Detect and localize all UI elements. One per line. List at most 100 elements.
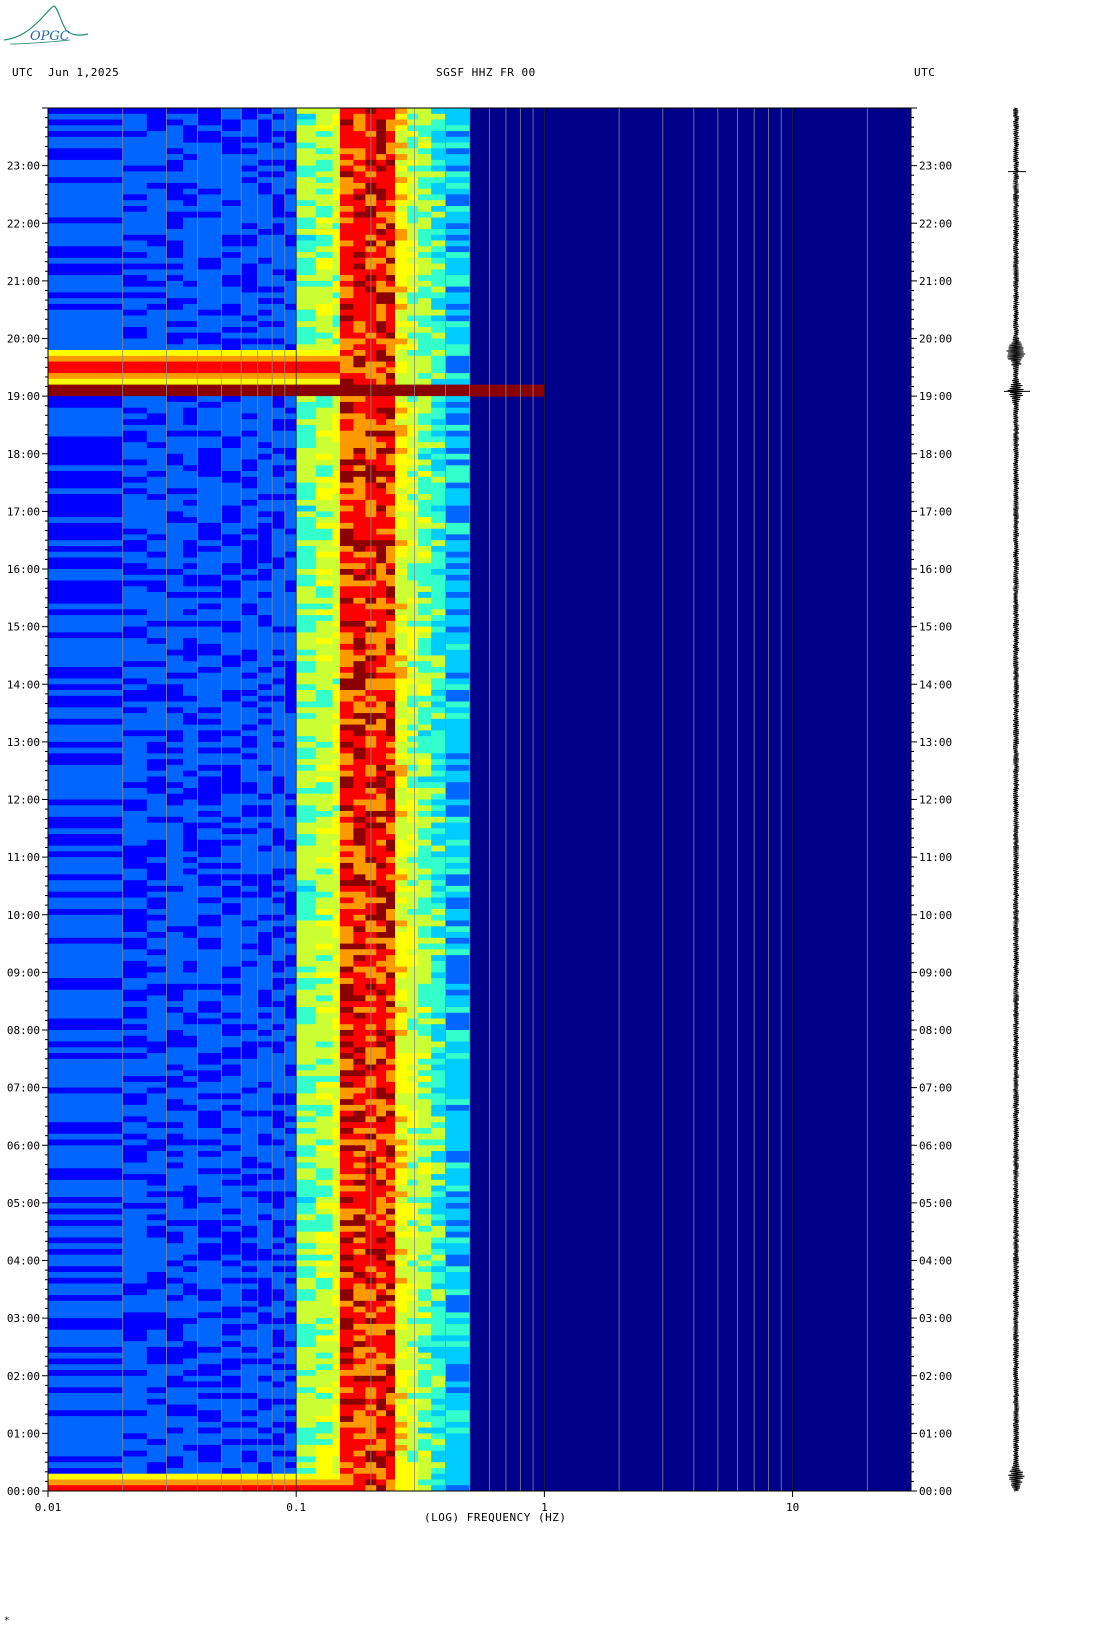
heatmap-cell bbox=[418, 401, 432, 409]
heatmap-cell bbox=[332, 1122, 341, 1129]
heatmap-cell bbox=[166, 1081, 184, 1089]
heatmap-cell bbox=[353, 592, 366, 599]
heatmap-cell bbox=[386, 465, 396, 472]
heatmap-cell bbox=[241, 632, 259, 639]
heatmap-cell bbox=[386, 182, 396, 190]
heatmap-cell bbox=[257, 1104, 273, 1112]
heatmap-cell bbox=[376, 684, 387, 691]
heatmap-cell bbox=[257, 1116, 273, 1123]
heatmap-cell bbox=[146, 609, 167, 616]
heatmap-cell bbox=[122, 459, 148, 466]
heatmap-cell bbox=[418, 534, 432, 541]
heatmap-cell bbox=[332, 424, 341, 432]
heatmap-cell bbox=[431, 171, 446, 178]
heatmap-cell bbox=[241, 1243, 259, 1250]
heatmap-cell bbox=[146, 1214, 167, 1221]
heatmap-cell bbox=[284, 1197, 297, 1204]
heatmap-cell bbox=[197, 857, 222, 864]
heatmap-cell bbox=[315, 684, 333, 691]
heatmap-cell bbox=[122, 828, 148, 835]
heatmap-cell bbox=[431, 1024, 446, 1031]
heatmap-cell bbox=[353, 972, 366, 979]
heatmap-cell bbox=[221, 592, 242, 599]
heatmap-cell bbox=[257, 384, 273, 391]
heatmap-cell bbox=[395, 1277, 408, 1284]
heatmap-cell bbox=[386, 1116, 396, 1123]
heatmap-cell bbox=[284, 390, 297, 397]
heatmap-cell bbox=[146, 684, 167, 691]
heatmap-cell bbox=[376, 868, 387, 875]
heatmap-cell bbox=[122, 1179, 148, 1186]
heatmap-cell bbox=[332, 914, 341, 921]
heatmap-cell bbox=[353, 1225, 366, 1233]
heatmap-cell bbox=[407, 142, 419, 149]
heatmap-cell bbox=[407, 1053, 419, 1060]
heatmap-cell bbox=[431, 724, 446, 731]
heatmap-cell bbox=[339, 511, 354, 518]
heatmap-cell bbox=[445, 367, 471, 374]
heatmap-cell bbox=[183, 1070, 198, 1077]
heatmap-cell bbox=[197, 338, 222, 345]
heatmap-cell bbox=[431, 442, 446, 449]
heatmap-cell bbox=[296, 1231, 317, 1238]
heatmap-cell bbox=[296, 989, 317, 996]
heatmap-cell bbox=[183, 937, 198, 944]
heatmap-cell bbox=[241, 597, 259, 604]
heatmap-cell bbox=[407, 1122, 419, 1129]
heatmap-cell bbox=[146, 978, 167, 985]
heatmap-cell bbox=[353, 182, 366, 190]
heatmap-cell bbox=[332, 436, 341, 443]
heatmap-cell bbox=[418, 597, 432, 604]
heatmap-cell bbox=[146, 1053, 167, 1060]
heatmap-cell bbox=[241, 1295, 259, 1302]
heatmap-cell bbox=[339, 407, 354, 414]
heatmap-cell bbox=[431, 667, 446, 674]
heatmap-cell bbox=[241, 338, 259, 345]
heatmap-cell bbox=[197, 1168, 222, 1175]
heatmap-cell bbox=[339, 1133, 354, 1140]
heatmap-cell bbox=[332, 194, 341, 201]
heatmap-cell bbox=[183, 960, 198, 968]
heatmap-cell bbox=[353, 707, 366, 714]
heatmap-cell bbox=[315, 367, 333, 374]
heatmap-cell bbox=[339, 148, 354, 155]
heatmap-cell bbox=[332, 655, 341, 662]
heatmap-cell bbox=[395, 909, 408, 916]
heatmap-cell bbox=[272, 488, 286, 495]
heatmap-cell bbox=[386, 586, 396, 593]
heatmap-cell bbox=[407, 131, 419, 138]
heatmap-cell bbox=[48, 978, 124, 985]
heatmap-cell bbox=[386, 857, 396, 864]
heatmap-cell bbox=[339, 413, 354, 420]
heatmap-cell bbox=[395, 378, 408, 385]
heatmap-cell bbox=[315, 396, 333, 403]
heatmap-cell bbox=[386, 177, 396, 184]
heatmap-cell bbox=[284, 448, 297, 455]
heatmap-cell bbox=[272, 494, 286, 501]
heatmap-cell bbox=[418, 776, 432, 783]
heatmap-cell bbox=[284, 764, 297, 772]
heatmap-cell bbox=[197, 1231, 222, 1238]
heatmap-cell bbox=[272, 851, 286, 858]
heatmap-cell bbox=[431, 609, 446, 616]
heatmap-cell bbox=[221, 286, 242, 293]
heatmap-cell bbox=[197, 569, 222, 576]
heatmap-cell bbox=[197, 724, 222, 731]
heatmap-cell bbox=[376, 1076, 387, 1083]
heatmap-cell bbox=[257, 246, 273, 253]
heatmap-cell bbox=[339, 355, 354, 362]
heatmap-cell bbox=[183, 263, 198, 270]
heatmap-cell bbox=[395, 649, 408, 656]
heatmap-cell bbox=[395, 459, 408, 466]
spectrogram-chart: 00:00 00:0001:00 01:0002:00 02:0003:00 03:00… bbox=[7, 107, 1030, 1514]
heatmap-cell bbox=[183, 125, 198, 132]
heatmap-cell bbox=[431, 252, 446, 259]
heatmap-cell bbox=[376, 632, 387, 639]
heatmap-cell bbox=[315, 718, 333, 725]
heatmap-cell bbox=[353, 546, 366, 553]
heatmap-cell bbox=[431, 753, 446, 760]
heatmap-cell bbox=[332, 309, 341, 316]
heatmap-cell bbox=[122, 574, 148, 581]
heatmap-cell bbox=[386, 563, 396, 570]
heatmap-cell bbox=[241, 868, 259, 875]
